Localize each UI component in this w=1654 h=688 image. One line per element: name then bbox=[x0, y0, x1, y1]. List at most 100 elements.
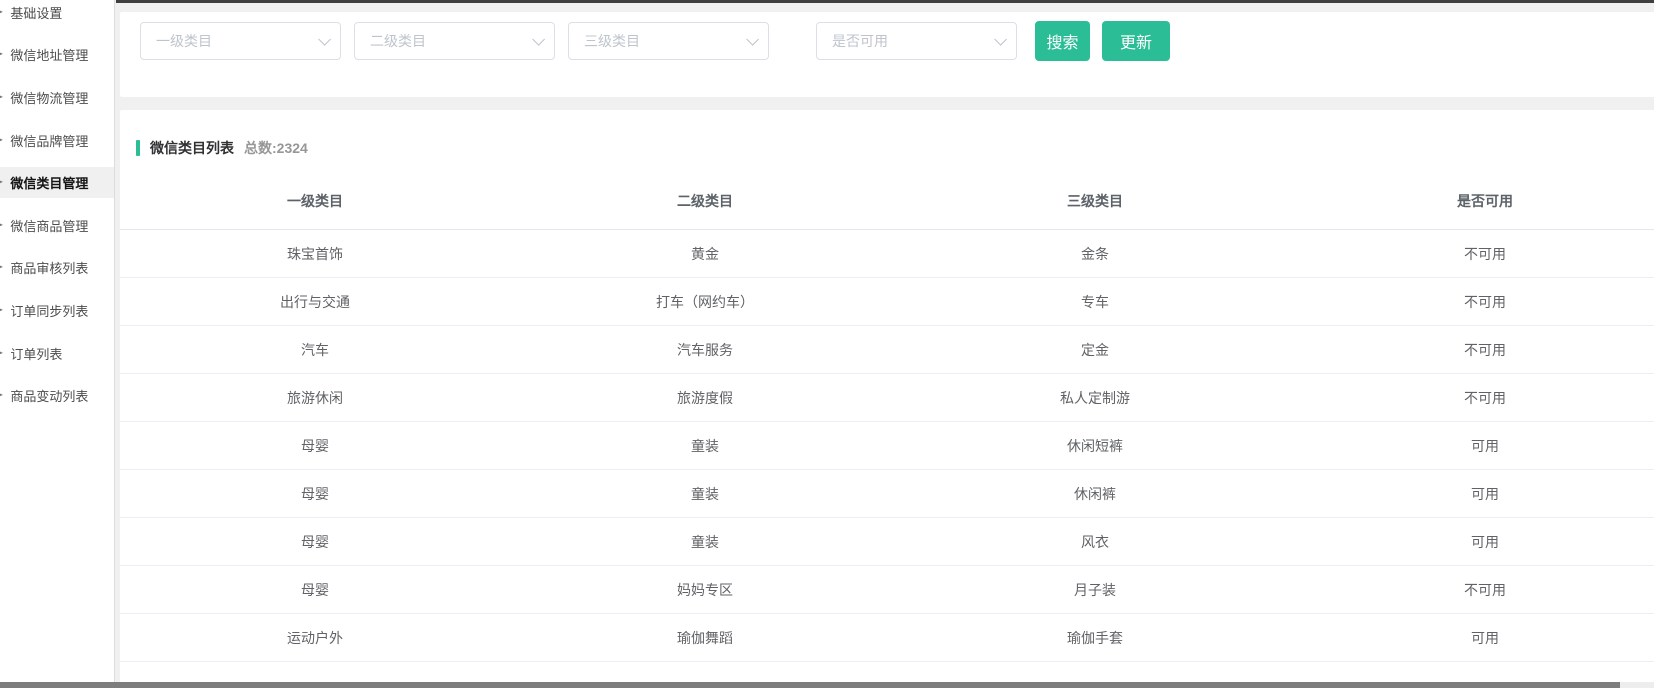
chevron-down-icon bbox=[532, 33, 545, 46]
table-row: 母婴童装风衣可用 bbox=[120, 518, 1654, 566]
filter-select[interactable]: 三级类目 bbox=[568, 22, 769, 60]
arrow-right-icon: ➤ bbox=[0, 177, 3, 188]
arrow-right-icon: ➤ bbox=[0, 92, 3, 103]
table-cell: 母婴 bbox=[120, 580, 510, 600]
table-cell: 金条 bbox=[900, 244, 1290, 264]
sidebar-item-label: 微信类目管理 bbox=[10, 173, 88, 192]
table-cell: 休闲裤 bbox=[900, 484, 1290, 504]
arrow-right-icon: ➤ bbox=[0, 305, 3, 316]
table-cell: 不可用 bbox=[1290, 340, 1654, 360]
table-cell: 不可用 bbox=[1290, 580, 1654, 600]
sidebar-item[interactable]: ➤ 基础设置 bbox=[0, 0, 114, 34]
table-row: 母婴童装休闲裤可用 bbox=[120, 470, 1654, 518]
table-cell: 月子装 bbox=[900, 580, 1290, 600]
search-button[interactable]: 搜索 bbox=[1035, 21, 1090, 61]
chevron-down-icon bbox=[318, 33, 331, 46]
table-cell: 童装 bbox=[510, 436, 900, 456]
horizontal-scrollbar-thumb[interactable] bbox=[0, 682, 1620, 688]
table-cell: 瑜伽手套 bbox=[900, 628, 1290, 648]
table-cell: 黄金 bbox=[510, 244, 900, 264]
table-cell: 妈妈专区 bbox=[510, 580, 900, 600]
sidebar-item[interactable]: ➤ 商品审核列表 bbox=[0, 247, 114, 290]
table-cell: 汽车服务 bbox=[510, 340, 900, 360]
table-cell: 不可用 bbox=[1290, 292, 1654, 312]
table-row: 母婴童装休闲短裤可用 bbox=[120, 422, 1654, 470]
filter-select[interactable]: 是否可用 bbox=[816, 22, 1017, 60]
sidebar-item[interactable]: ➤ 微信商品管理 bbox=[0, 204, 114, 247]
chevron-down-icon bbox=[994, 33, 1007, 46]
filter-select[interactable]: 二级类目 bbox=[354, 22, 555, 60]
table-cell: 风衣 bbox=[900, 532, 1290, 552]
table-cell: 母婴 bbox=[120, 532, 510, 552]
select-placeholder: 一级类目 bbox=[156, 31, 212, 51]
category-table: 一级类目二级类目三级类目是否可用 珠宝首饰黄金金条不可用出行与交通打车（网约车）… bbox=[120, 172, 1654, 662]
sidebar-item-label: 订单同步列表 bbox=[10, 301, 88, 320]
table-cell: 珠宝首饰 bbox=[120, 244, 510, 264]
accent-bar bbox=[136, 140, 140, 156]
arrow-right-icon: ➤ bbox=[0, 49, 3, 60]
sidebar-item[interactable]: ➤ 订单同步列表 bbox=[0, 289, 114, 332]
sidebar-item-label: 基础设置 bbox=[10, 3, 62, 22]
table-cell: 不可用 bbox=[1290, 388, 1654, 408]
filter-row: 一级类目 二级类目 三级类目 是否可用 搜索 更新 bbox=[120, 12, 1654, 61]
table-cell: 不可用 bbox=[1290, 244, 1654, 264]
arrow-right-icon: ➤ bbox=[0, 7, 3, 18]
table-cell: 瑜伽舞蹈 bbox=[510, 628, 900, 648]
table-cell: 定金 bbox=[900, 340, 1290, 360]
table-cell: 打车（网约车） bbox=[510, 292, 900, 312]
table-cell: 可用 bbox=[1290, 484, 1654, 504]
table-header-cell: 三级类目 bbox=[900, 191, 1290, 211]
table-row: 出行与交通打车（网约车）专车不可用 bbox=[120, 278, 1654, 326]
sidebar-item[interactable]: ➤ 微信地址管理 bbox=[0, 34, 114, 77]
arrow-right-icon: ➤ bbox=[0, 262, 3, 273]
table-body: 珠宝首饰黄金金条不可用出行与交通打车（网约车）专车不可用汽车汽车服务定金不可用旅… bbox=[120, 230, 1654, 662]
total-count: 总数:2324 bbox=[244, 138, 308, 158]
arrow-right-icon: ➤ bbox=[0, 220, 3, 231]
sidebar-item[interactable]: ➤ 微信类目管理 bbox=[0, 161, 114, 204]
table-cell: 旅游度假 bbox=[510, 388, 900, 408]
select-placeholder: 二级类目 bbox=[370, 31, 426, 51]
sidebar: ➤ 基础设置 ➤ 微信地址管理 ➤ 微信物流管理 ➤ 微信品牌管理 ➤ 微信类目… bbox=[0, 0, 115, 688]
update-button[interactable]: 更新 bbox=[1102, 21, 1170, 61]
category-list-panel: 微信类目列表 总数:2324 一级类目二级类目三级类目是否可用 珠宝首饰黄金金条… bbox=[120, 110, 1654, 688]
table-header-row: 一级类目二级类目三级类目是否可用 bbox=[120, 172, 1654, 230]
sidebar-item[interactable]: ➤ 微信品牌管理 bbox=[0, 119, 114, 162]
table-cell: 私人定制游 bbox=[900, 388, 1290, 408]
table-cell: 母婴 bbox=[120, 436, 510, 456]
table-cell: 母婴 bbox=[120, 484, 510, 504]
table-cell: 运动户外 bbox=[120, 628, 510, 648]
sidebar-item[interactable]: ➤ 订单列表 bbox=[0, 332, 114, 375]
filter-select[interactable]: 一级类目 bbox=[140, 22, 341, 60]
sidebar-item[interactable]: ➤ 商品变动列表 bbox=[0, 374, 114, 417]
table-header-cell: 一级类目 bbox=[120, 191, 510, 211]
table-row: 旅游休闲旅游度假私人定制游不可用 bbox=[120, 374, 1654, 422]
table-row: 珠宝首饰黄金金条不可用 bbox=[120, 230, 1654, 278]
sidebar-item-label: 商品审核列表 bbox=[10, 258, 88, 277]
sidebar-item[interactable]: ➤ 微信物流管理 bbox=[0, 76, 114, 119]
top-edge-strip bbox=[116, 0, 1654, 3]
chevron-down-icon bbox=[746, 33, 759, 46]
filter-panel: 一级类目 二级类目 三级类目 是否可用 搜索 更新 bbox=[120, 12, 1654, 97]
table-cell: 可用 bbox=[1290, 532, 1654, 552]
table-cell: 专车 bbox=[900, 292, 1290, 312]
table-cell: 旅游休闲 bbox=[120, 388, 510, 408]
select-placeholder: 三级类目 bbox=[584, 31, 640, 51]
horizontal-scrollbar[interactable] bbox=[0, 682, 1654, 688]
table-cell: 出行与交通 bbox=[120, 292, 510, 312]
sidebar-item-label: 微信商品管理 bbox=[10, 216, 88, 235]
sidebar-menu: ➤ 基础设置 ➤ 微信地址管理 ➤ 微信物流管理 ➤ 微信品牌管理 ➤ 微信类目… bbox=[0, 0, 114, 417]
sidebar-item-label: 商品变动列表 bbox=[10, 386, 88, 405]
table-cell: 童装 bbox=[510, 484, 900, 504]
table-cell: 休闲短裤 bbox=[900, 436, 1290, 456]
table-row: 汽车汽车服务定金不可用 bbox=[120, 326, 1654, 374]
arrow-right-icon: ➤ bbox=[0, 135, 3, 146]
table-header-cell: 二级类目 bbox=[510, 191, 900, 211]
table-row: 运动户外瑜伽舞蹈瑜伽手套可用 bbox=[120, 614, 1654, 662]
sidebar-item-label: 微信品牌管理 bbox=[10, 131, 88, 150]
arrow-right-icon: ➤ bbox=[0, 390, 3, 401]
table-cell: 汽车 bbox=[120, 340, 510, 360]
arrow-right-icon: ➤ bbox=[0, 348, 3, 359]
sidebar-item-label: 订单列表 bbox=[10, 344, 62, 363]
table-header-cell: 是否可用 bbox=[1290, 191, 1654, 211]
select-placeholder: 是否可用 bbox=[832, 31, 888, 51]
